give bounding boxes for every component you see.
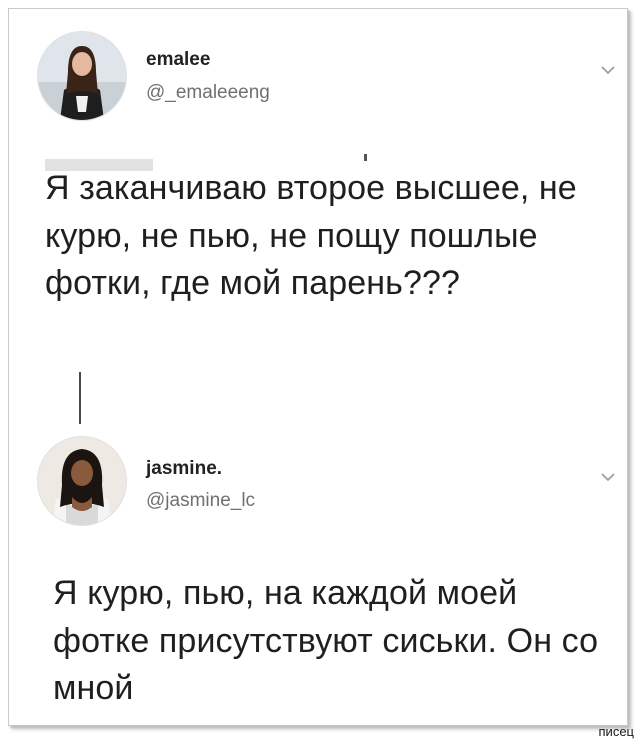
screenshot-frame: emalee @_emaleeeng Я заканчиваю второе в… [8, 8, 628, 726]
watermark: писец [598, 724, 634, 739]
user-photo-icon [38, 32, 126, 120]
user-display-name[interactable]: emalee [146, 49, 210, 71]
avatar[interactable] [37, 436, 127, 526]
divider [364, 154, 367, 161]
avatar[interactable] [37, 31, 127, 121]
thread-connector [79, 372, 81, 424]
user-handle[interactable]: @_emaleeeng [146, 82, 270, 104]
chevron-down-icon[interactable] [597, 59, 619, 81]
chevron-down-icon[interactable] [597, 466, 619, 488]
tweet-text: Я курю, пью, на каждой моей фотке присут… [53, 574, 599, 707]
user-photo-icon [38, 437, 126, 525]
tweet-text: Я заканчиваю второе высшее, не курю, не … [45, 169, 577, 302]
user-display-name[interactable]: jasmine. [146, 458, 222, 480]
user-handle[interactable]: @jasmine_lc [146, 490, 255, 512]
